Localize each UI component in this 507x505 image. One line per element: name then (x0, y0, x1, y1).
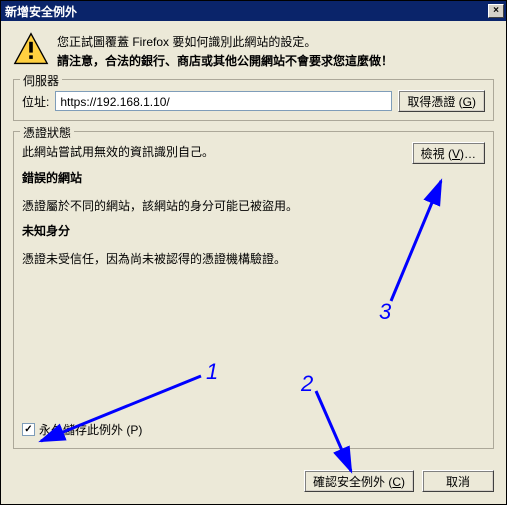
dialog-footer: 確認安全例外 (C) 取消 (304, 470, 494, 492)
confirm-exception-button[interactable]: 確認安全例外 (C) (304, 470, 414, 492)
view-button[interactable]: 檢視 (V)… (412, 142, 485, 164)
wrong-site-text: 憑證屬於不同的網站，該網站的身分可能已被盜用。 (22, 196, 485, 218)
window-title: 新增安全例外 (5, 3, 488, 20)
server-group: 伺服器 位址: https://192.168.1.10/ 取得憑證 (G) (13, 79, 494, 121)
wrong-site-heading: 錯誤的網站 (22, 168, 485, 190)
warning-icon (13, 31, 49, 71)
permanent-label: 永久儲存此例外 (P) (39, 421, 142, 438)
titlebar: 新增安全例外 × (1, 1, 506, 21)
warning-line1: 您正試圖覆蓋 Firefox 要如何識別此網站的設定。 (57, 33, 494, 52)
server-legend: 伺服器 (20, 72, 62, 89)
unknown-identity-text: 憑證未受信任，因為尚未被認得的憑證機構驗證。 (22, 249, 485, 271)
certificate-status-group: 憑證狀態 檢視 (V)… 此網站嘗試用無效的資訊識別自己。 錯誤的網站 憑證屬於… (13, 131, 494, 449)
warning-banner: 您正試圖覆蓋 Firefox 要如何識別此網站的設定。 請注意，合法的銀行、商店… (13, 31, 494, 71)
status-legend: 憑證狀態 (20, 124, 74, 141)
get-certificate-button[interactable]: 取得憑證 (G) (398, 90, 485, 112)
warning-text: 您正試圖覆蓋 Firefox 要如何識別此網站的設定。 請注意，合法的銀行、商店… (57, 31, 494, 71)
warning-line2: 請注意，合法的銀行、商店或其他公開網站不會要求您這麼做！ (57, 52, 494, 71)
location-label: 位址: (22, 93, 49, 110)
checkmark-icon: ✓ (24, 425, 32, 435)
permanent-checkbox[interactable]: ✓ (22, 423, 35, 436)
dialog-body: 您正試圖覆蓋 Firefox 要如何識別此網站的設定。 請注意，合法的銀行、商店… (1, 21, 506, 504)
permanent-checkbox-row[interactable]: ✓ 永久儲存此例外 (P) (22, 421, 142, 438)
close-icon[interactable]: × (488, 4, 504, 18)
cancel-button[interactable]: 取消 (422, 470, 494, 492)
location-input[interactable]: https://192.168.1.10/ (55, 91, 392, 111)
unknown-identity-heading: 未知身分 (22, 221, 485, 243)
